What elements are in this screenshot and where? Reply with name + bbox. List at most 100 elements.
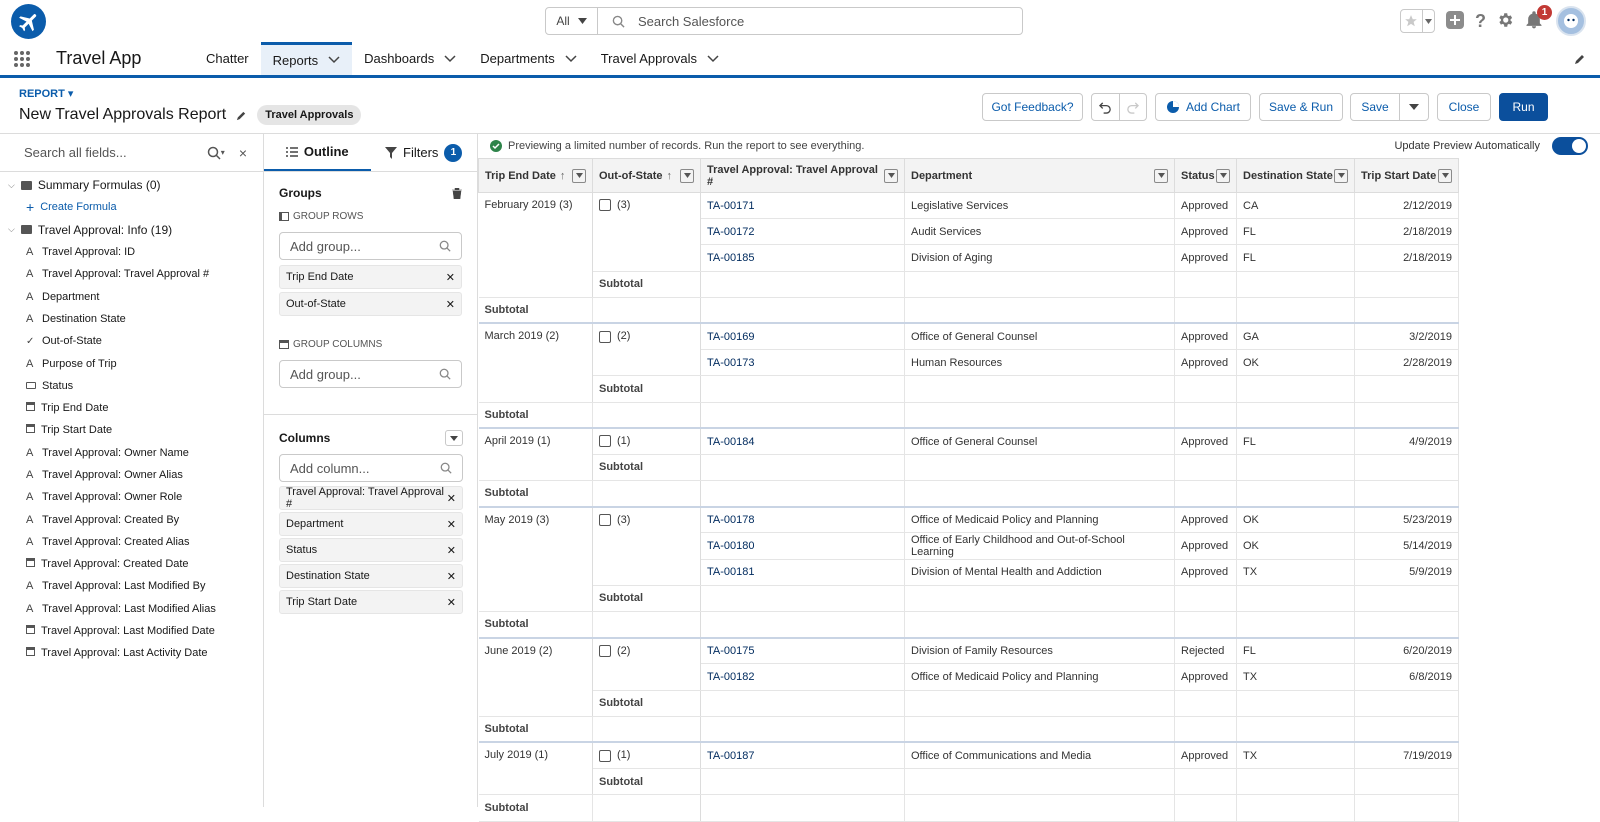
travel-approval-info-folder[interactable]: ⌵ Travel Approval: Info (19)	[0, 219, 263, 241]
undo-icon[interactable]	[1092, 94, 1120, 120]
add-column-input[interactable]: Add column...	[279, 454, 463, 482]
column-menu-icon[interactable]	[572, 168, 586, 183]
nav-item-chatter[interactable]: Chatter	[194, 42, 261, 75]
field-item[interactable]: A Travel Approval: Created Alias	[0, 531, 263, 553]
field-item[interactable]: A Destination State	[0, 308, 263, 330]
save-run-button[interactable]: Save & Run	[1259, 93, 1343, 121]
save-menu-icon[interactable]	[1400, 104, 1428, 110]
trash-icon[interactable]	[452, 187, 462, 199]
column-chip[interactable]: Status ✕	[279, 538, 463, 562]
columns-menu-icon[interactable]	[445, 430, 463, 446]
chevron-down-icon[interactable]	[707, 54, 719, 63]
add-group-columns-input[interactable]: Add group...	[279, 360, 462, 388]
column-header[interactable]: Department	[904, 158, 1175, 193]
redo-icon[interactable]	[1120, 101, 1147, 114]
column-chip[interactable]: Travel Approval: Travel Approval # ✕	[279, 486, 463, 510]
tab-outline[interactable]: Outline	[264, 134, 371, 171]
close-icon[interactable]: ✕	[447, 492, 456, 505]
chevron-down-icon[interactable]	[565, 54, 577, 63]
app-logo[interactable]	[11, 4, 46, 39]
nav-item-reports[interactable]: Reports	[260, 42, 353, 75]
close-icon[interactable]: ×	[239, 145, 247, 161]
field-item[interactable]: A Travel Approval: Last Modified Alias	[0, 598, 263, 620]
column-header[interactable]: Out-of-State ↑	[592, 158, 701, 193]
auto-update-toggle[interactable]	[1552, 137, 1588, 155]
fields-search-input[interactable]: Search all fields...	[24, 145, 207, 160]
field-item[interactable]: A Travel Approval: Created By	[0, 508, 263, 530]
tab-filters[interactable]: Filters 1	[371, 134, 478, 171]
save-button[interactable]: Save	[1351, 94, 1400, 120]
pencil-icon[interactable]	[236, 110, 247, 121]
column-chip[interactable]: Department ✕	[279, 512, 463, 536]
group-row-chip[interactable]: Out-of-State ✕	[279, 292, 462, 316]
search-icon[interactable]	[207, 146, 221, 160]
column-header[interactable]: Destination State	[1236, 158, 1355, 193]
column-menu-icon[interactable]	[680, 168, 694, 183]
nav-item-departments[interactable]: Departments	[468, 42, 588, 75]
sort-arrow-icon[interactable]: ↑	[667, 170, 673, 182]
column-header[interactable]: Trip Start Date	[1354, 158, 1459, 193]
close-icon[interactable]: ✕	[447, 596, 456, 609]
field-item[interactable]: A Travel Approval: Last Modified By	[0, 575, 263, 597]
field-item[interactable]: A Travel Approval: Owner Alias	[0, 464, 263, 486]
field-item[interactable]: A Travel Approval: Owner Name	[0, 442, 263, 464]
column-menu-icon[interactable]	[1334, 168, 1348, 183]
field-item[interactable]: ✓ Out-of-State	[0, 330, 263, 352]
column-header[interactable]: Status	[1174, 158, 1237, 193]
global-header: All Search Salesforce ? 1	[0, 0, 1600, 42]
column-header[interactable]: Travel Approval: Travel Approval #	[700, 158, 905, 193]
edit-nav-icon[interactable]	[1574, 42, 1600, 75]
create-formula-link[interactable]: + Create Formula	[0, 196, 263, 218]
sort-arrow-icon[interactable]: ↑	[560, 170, 566, 182]
feedback-button[interactable]: Got Feedback?	[982, 93, 1083, 121]
field-item[interactable]: Travel Approval: Last Modified Date	[0, 620, 263, 642]
chevron-down-icon[interactable]	[444, 54, 456, 63]
field-item[interactable]: A Travel Approval: Owner Role	[0, 486, 263, 508]
close-icon[interactable]: ✕	[447, 544, 456, 557]
group-row-chip[interactable]: Trip End Date ✕	[279, 265, 462, 289]
column-menu-icon[interactable]	[884, 168, 898, 183]
field-item[interactable]: Status	[0, 375, 263, 397]
field-item[interactable]: Trip Start Date	[0, 419, 263, 441]
summary-formulas-folder[interactable]: ⌵ Summary Formulas (0)	[0, 174, 263, 196]
close-icon[interactable]: ✕	[446, 271, 455, 284]
column-menu-icon[interactable]	[1154, 168, 1168, 183]
chevron-down-icon[interactable]	[328, 56, 340, 64]
column-chip[interactable]: Destination State ✕	[279, 564, 463, 588]
avatar[interactable]	[1556, 6, 1586, 36]
close-button[interactable]: Close	[1437, 93, 1491, 121]
field-item[interactable]: Travel Approval: Created Date	[0, 553, 263, 575]
rows-icon	[279, 211, 289, 221]
close-icon[interactable]: ✕	[447, 570, 456, 583]
field-item[interactable]: A Department	[0, 285, 263, 307]
nav-item-travel-approvals[interactable]: Travel Approvals	[589, 42, 731, 75]
add-icon[interactable]	[1445, 10, 1465, 33]
field-item[interactable]: A Purpose of Trip	[0, 352, 263, 374]
column-menu-icon[interactable]	[1216, 168, 1230, 183]
gear-icon[interactable]	[1496, 11, 1514, 32]
search-input[interactable]: Search Salesforce	[638, 8, 744, 34]
search-scope-select[interactable]: All	[546, 8, 598, 34]
field-item[interactable]: Trip End Date	[0, 397, 263, 419]
field-item[interactable]: Travel Approval: Last Activity Date	[0, 642, 263, 664]
column-header[interactable]: Trip End Date ↑	[478, 158, 593, 193]
table-row: March 2019 (2) (2) TA-00169 Office of Gener…	[478, 323, 1459, 403]
run-button[interactable]: Run	[1499, 93, 1548, 121]
add-group-rows-input[interactable]: Add group...	[279, 232, 462, 260]
close-icon[interactable]: ✕	[447, 518, 456, 531]
nav-item-dashboards[interactable]: Dashboards	[352, 42, 468, 75]
field-item[interactable]: A Travel Approval: ID	[0, 241, 263, 263]
close-icon[interactable]: ✕	[446, 298, 455, 311]
empty-cell	[904, 768, 1175, 796]
report-type-menu[interactable]: REPORT ▾	[19, 87, 73, 100]
column-chip[interactable]: Trip Start Date ✕	[279, 590, 463, 614]
empty-cell	[1236, 297, 1355, 324]
field-item[interactable]: A Travel Approval: Travel Approval #	[0, 263, 263, 285]
notifications-icon[interactable]: 1	[1524, 5, 1552, 32]
add-chart-button[interactable]: Add Chart	[1155, 93, 1251, 121]
app-launcher-icon[interactable]	[0, 42, 44, 75]
column-menu-icon[interactable]	[1438, 168, 1452, 183]
help-icon[interactable]: ?	[1475, 11, 1486, 32]
empty-cell	[1174, 402, 1237, 429]
favorites-button[interactable]	[1400, 9, 1435, 33]
